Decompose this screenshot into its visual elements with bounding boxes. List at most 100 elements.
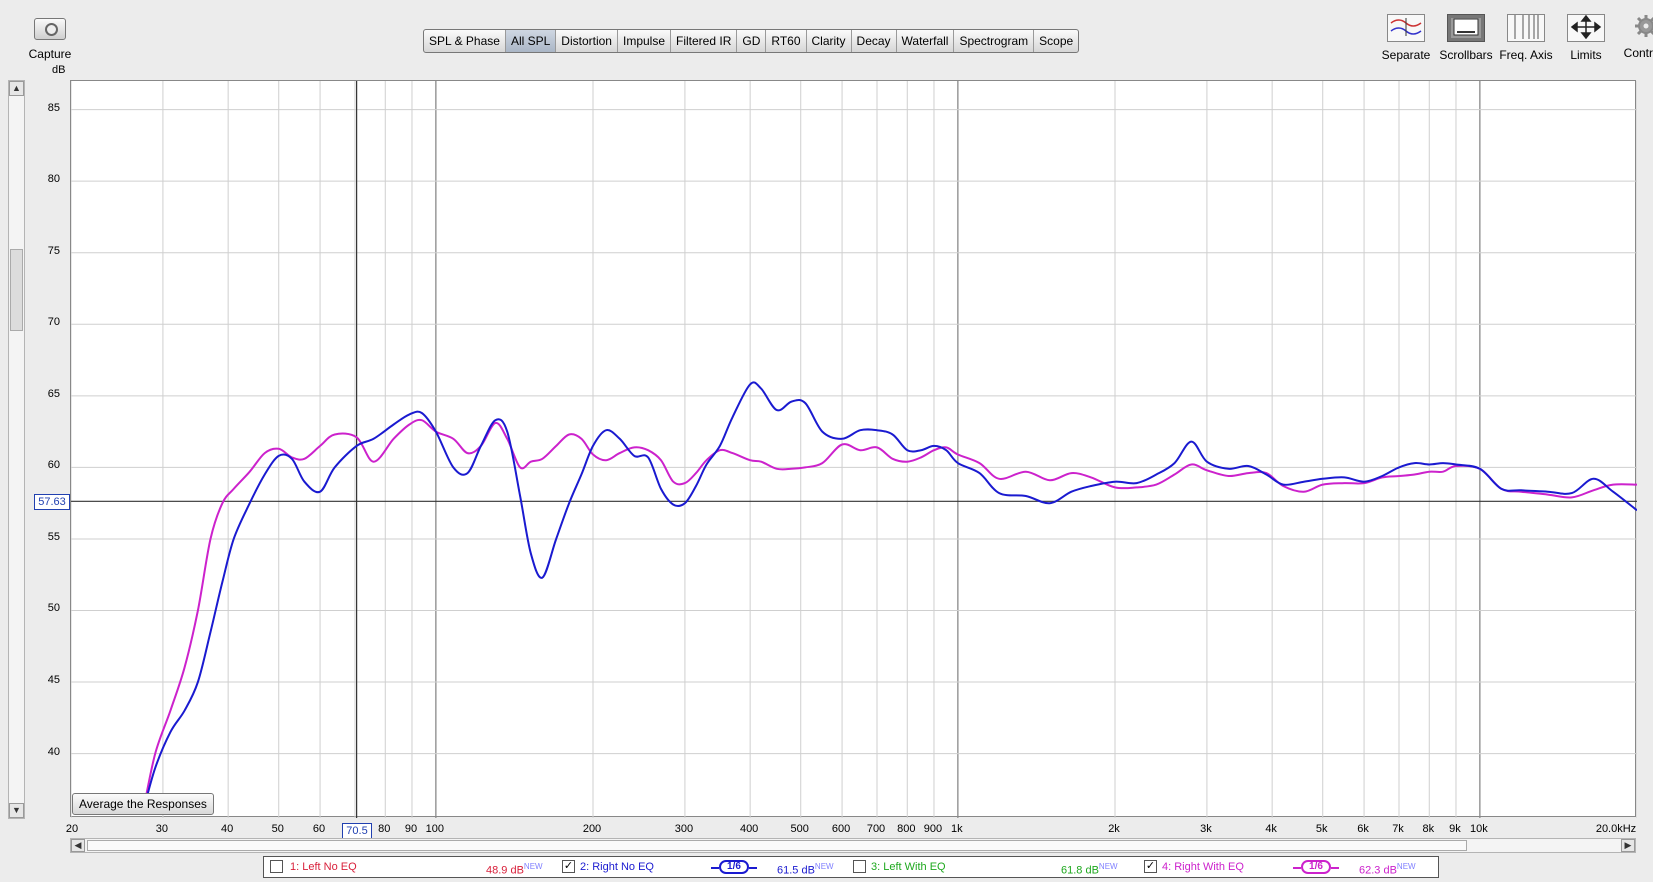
- legend-value: 61.8 dBNEW: [1061, 857, 1118, 877]
- y-tick-label: 45: [47, 674, 60, 687]
- tab-impulse[interactable]: Impulse: [618, 30, 672, 52]
- tab-waterfall[interactable]: Waterfall: [897, 30, 955, 52]
- legend-new-badge: NEW: [814, 862, 834, 871]
- capture-label: Capture: [28, 47, 72, 61]
- graph-tabs: SPL & Phase All SPL Distortion Impulse Filte…: [423, 29, 1080, 53]
- x-tick-label: 90: [404, 823, 418, 835]
- camera-icon: [34, 18, 66, 40]
- tab-spectrogram[interactable]: Spectrogram: [954, 30, 1035, 52]
- legend-label[interactable]: 4: Right With EQ: [1162, 857, 1244, 877]
- tab-scope[interactable]: Scope: [1034, 30, 1078, 52]
- tool-label: Freq. Axis: [1499, 48, 1553, 62]
- measurement-legend: 1: Left No EQ 48.9 dBNEW ✓ 2: Right No EQ 1/…: [263, 856, 1439, 878]
- y-tick-label: 80: [47, 173, 60, 186]
- x-tick-label: 80: [378, 823, 391, 835]
- freq-axis-icon: [1507, 14, 1545, 42]
- capture-button[interactable]: Capture: [22, 18, 78, 66]
- tool-label: Scrollbars: [1439, 48, 1493, 62]
- legend-checkbox[interactable]: ✓: [1144, 860, 1157, 873]
- tab-spl-phase[interactable]: SPL & Phase: [424, 30, 506, 52]
- tab-clarity[interactable]: Clarity: [807, 30, 852, 52]
- x-tick-label: 20: [65, 823, 79, 835]
- gear-icon: [1628, 14, 1653, 40]
- scroll-left-button[interactable]: ◀: [71, 839, 85, 852]
- scroll-down-button[interactable]: ▼: [9, 803, 24, 818]
- legend-new-badge: NEW: [523, 862, 543, 871]
- separate-icon: [1387, 14, 1425, 42]
- y-tick-label: 85: [47, 101, 60, 114]
- scrollbars-icon: [1447, 14, 1485, 42]
- series-4-right-with-eq: [142, 418, 1637, 812]
- tab-filtered-ir[interactable]: Filtered IR: [671, 30, 738, 52]
- vertical-scrollbar[interactable]: ▲ ▼: [8, 80, 25, 819]
- legend-label[interactable]: 1: Left No EQ: [290, 857, 357, 877]
- legend-label[interactable]: 3: Left With EQ: [871, 857, 946, 877]
- y-axis-unit: dB: [52, 64, 66, 76]
- tab-rt60[interactable]: RT60: [766, 30, 807, 52]
- right-toolbar: Separate Scrollbars Freq. Axis Limits Contro…: [1376, 14, 1653, 62]
- x-tick-label: 500: [790, 823, 809, 835]
- y-tick-label: 40: [47, 745, 60, 758]
- x-tick-label: 4k: [1265, 823, 1277, 835]
- y-tick-label: 50: [47, 602, 60, 615]
- legend-value-text: 62.3 dB: [1359, 864, 1397, 877]
- legend-checkbox[interactable]: ✓: [562, 860, 575, 873]
- x-tick-label: 300: [674, 823, 694, 835]
- x-tick-label: 7k: [1392, 823, 1404, 835]
- legend-value-text: 61.8 dB: [1061, 864, 1099, 877]
- tool-controls-button[interactable]: Controls: [1616, 14, 1653, 62]
- x-tick-label: 9k: [1449, 823, 1461, 835]
- x-tick-label: 50: [271, 823, 284, 835]
- scroll-up-button[interactable]: ▲: [9, 81, 24, 96]
- tool-label: Limits: [1570, 48, 1602, 62]
- x-tick-label: 200: [582, 823, 602, 835]
- x-tick-label: 2k: [1108, 823, 1120, 835]
- tool-limits-button[interactable]: Limits: [1556, 14, 1616, 62]
- cursor-y-readout: 57.63: [34, 494, 70, 510]
- x-tick-label: 60: [312, 823, 326, 835]
- legend-label[interactable]: 2: Right No EQ: [580, 857, 654, 877]
- cursor-x-readout: 70.5: [342, 823, 372, 839]
- x-tick-label: 10k: [1469, 823, 1488, 835]
- legend-new-badge: NEW: [1396, 862, 1416, 871]
- legend-value-text: 61.5 dB: [777, 864, 815, 877]
- tool-label: Controls: [1623, 46, 1653, 60]
- tool-separate-button[interactable]: Separate: [1376, 14, 1436, 62]
- tool-scrollbars-button[interactable]: Scrollbars: [1436, 14, 1496, 62]
- y-tick-label: 75: [47, 244, 60, 257]
- x-tick-label: 100: [425, 823, 445, 835]
- horizontal-scroll-thumb[interactable]: [87, 840, 1467, 851]
- x-tick-label: 6k: [1357, 823, 1369, 835]
- x-tick-label: 400: [739, 823, 759, 835]
- x-tick-label: 900: [923, 823, 943, 835]
- x-tick-label: 700: [866, 823, 886, 835]
- legend-new-badge: NEW: [1098, 862, 1118, 871]
- horizontal-scrollbar[interactable]: ◀ ▶: [70, 838, 1636, 853]
- x-tick-label: 8k: [1422, 823, 1435, 835]
- x-tick-label: 30: [155, 823, 169, 835]
- legend-checkbox[interactable]: [853, 860, 866, 873]
- legend-value: 48.9 dBNEW: [486, 857, 543, 877]
- tab-distortion[interactable]: Distortion: [556, 30, 618, 52]
- tab-gd[interactable]: GD: [737, 30, 767, 52]
- y-tick-label: 70: [47, 316, 60, 329]
- spl-graph[interactable]: [70, 80, 1637, 818]
- scroll-right-button[interactable]: ▶: [1621, 839, 1635, 852]
- x-tick-label: 800: [897, 823, 916, 835]
- legend-value: 62.3 dBNEW: [1359, 857, 1416, 877]
- legend-checkbox[interactable]: [270, 860, 283, 873]
- spl-chart-svg: [71, 81, 1637, 818]
- tab-decay[interactable]: Decay: [852, 30, 897, 52]
- y-tick-label: 55: [47, 530, 60, 543]
- x-tick-label: 1k: [951, 823, 963, 835]
- smoothing-indicator[interactable]: 1/6: [1293, 860, 1339, 874]
- tab-all-spl[interactable]: All SPL: [505, 30, 557, 52]
- tool-freq-axis-button[interactable]: Freq. Axis: [1496, 14, 1556, 62]
- x-tick-label: 600: [831, 823, 851, 835]
- smoothing-indicator[interactable]: 1/6: [711, 860, 757, 874]
- y-tick-label: 60: [47, 459, 60, 472]
- tool-label: Separate: [1381, 48, 1431, 62]
- series-2-right-no-eq: [142, 381, 1637, 812]
- x-tick-label: 5k: [1315, 823, 1328, 835]
- average-responses-button[interactable]: Average the Responses: [72, 793, 214, 815]
